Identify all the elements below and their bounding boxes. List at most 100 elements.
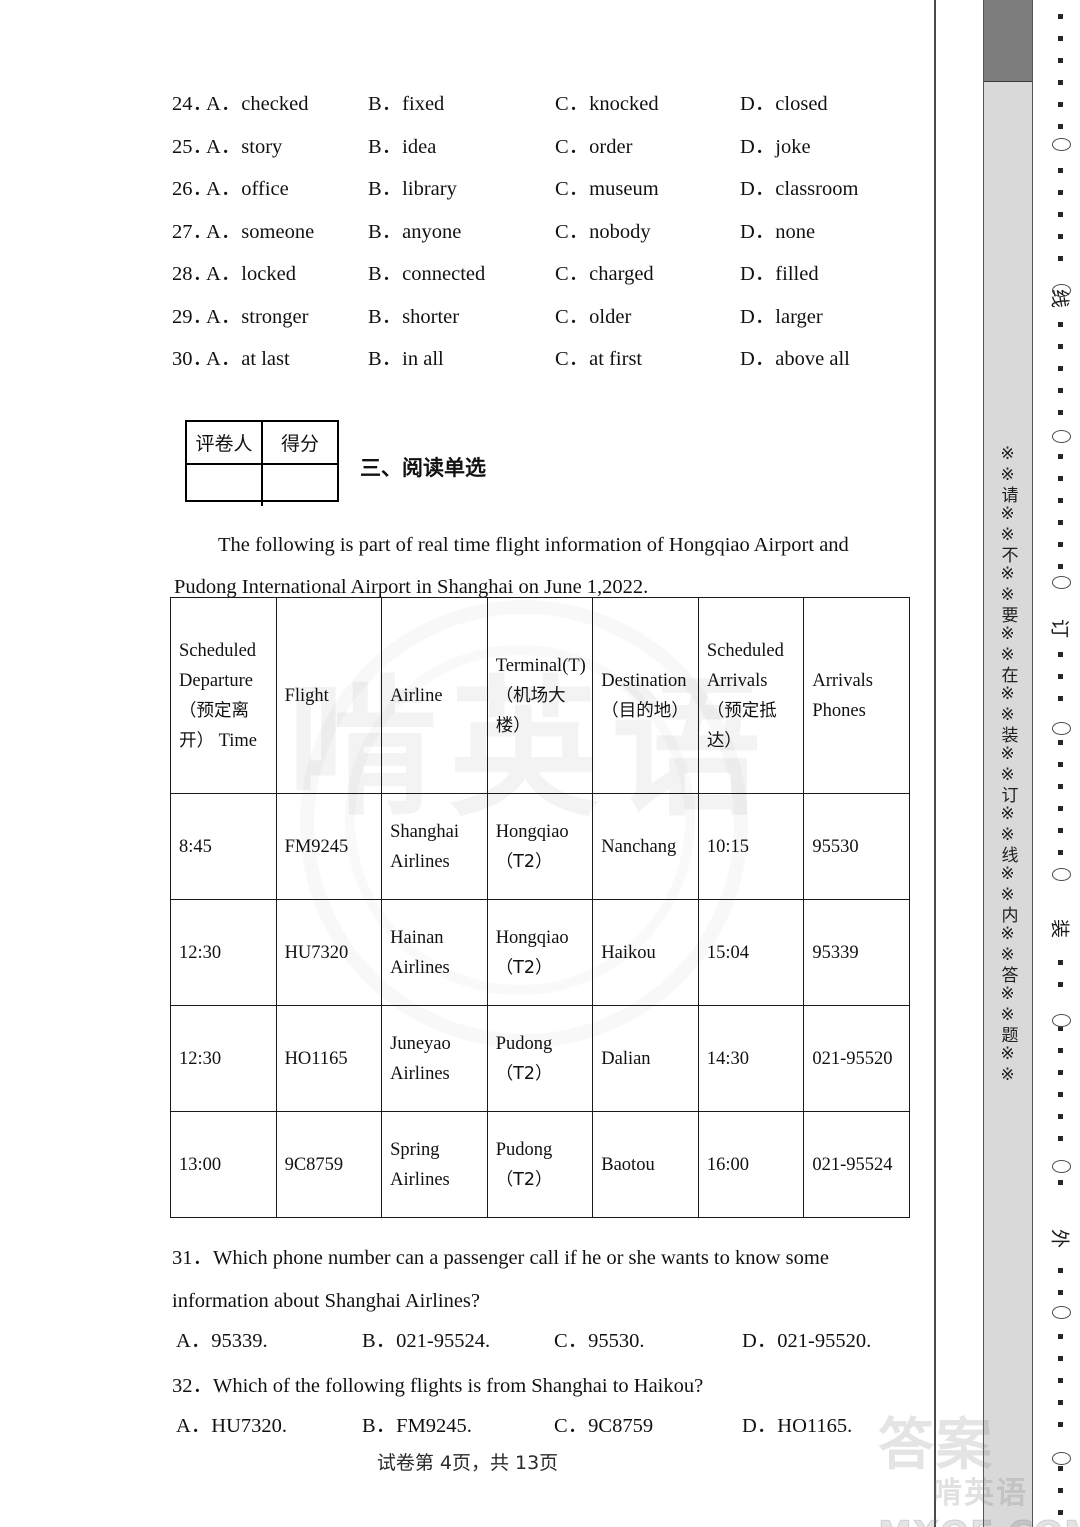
cut-line-circle [1052,868,1071,881]
mc-option-b[interactable]: B．in all [368,341,444,371]
mc-option-d[interactable]: D．larger [740,299,823,329]
header-text-line1: Scheduled [706,640,784,661]
cell-arrival: 15:04 [697,899,805,1006]
binding-strip-header [983,0,1033,82]
binding-mark-1: 线 [1048,288,1071,308]
cut-line: 线订装外 [1048,0,1074,1527]
header-text-line1: Arrivals [812,670,873,691]
reading-passage-intro: The following is part of real time fligh… [174,534,849,598]
reading-question-31: 31．Which phone number can a passenger ca… [172,1237,902,1366]
mc-option-d[interactable]: D．above all [740,341,850,371]
table-row: 12:30 HU7320 Hainan Airlines Hongqiao （T… [170,899,910,1006]
header-text-line3: Time [218,730,258,751]
mc-option-a[interactable]: A．at last [206,341,290,371]
cell-airline: Hainan Airlines [381,899,488,1006]
question-option-c[interactable]: C．95530. [554,1323,645,1353]
mc-option-a[interactable]: A．office [206,171,289,201]
flight-information-table: Scheduled Departure （预定离开） Time Flight A… [170,597,910,1218]
cell-arrival: 14:30 [697,1005,805,1112]
question-option-b[interactable]: B．021-95524. [362,1323,490,1353]
mc-row: 29． A．stronger B．shorter C．older D．large… [172,299,892,342]
question-option-c[interactable]: C．9C8759 [554,1408,653,1438]
question-option-d[interactable]: D．021-95520. [742,1323,871,1353]
header-text-line1: Flight [284,685,329,706]
question-stem: 32．Which of the following flights is fro… [172,1375,704,1397]
cut-line-dot [1058,1334,1063,1339]
mc-option-c[interactable]: C．museum [555,171,659,201]
cut-line-dot [1058,1136,1063,1141]
cell-flight: HU7320 [275,899,383,1006]
mc-option-a[interactable]: A．stronger [206,299,308,329]
cut-line-dot [1058,784,1063,789]
cut-line-circle [1052,430,1071,443]
cell-phone: 021-95520 [803,1005,910,1112]
mc-option-b[interactable]: B．shorter [368,299,459,329]
cut-line-dot [1058,520,1063,525]
cut-line-dot [1058,1290,1063,1295]
question-option-b[interactable]: B．FM9245. [362,1408,472,1438]
mc-option-d[interactable]: D．classroom [740,171,858,201]
page-content: 24． A．checked B．fixed C．knocked D．closed… [0,0,935,1527]
cut-line-dot [1058,410,1063,415]
mc-option-d[interactable]: D．joke [740,129,811,159]
cell-flight: HO1165 [275,1005,383,1112]
cut-line-circle [1052,576,1071,589]
cell-terminal: Pudong （T2） [486,1111,594,1218]
header-text-line1: Scheduled [179,640,257,661]
mc-option-d[interactable]: D．none [740,214,815,244]
cut-line-dot [1058,168,1063,173]
cell-destination: Dalian [592,1005,699,1112]
mc-row: 24． A．checked B．fixed C．knocked D．closed [172,86,892,129]
mc-option-a[interactable]: A．locked [206,256,296,286]
header-text-line2: Phones [812,700,866,721]
cell-destination: Haikou [592,899,699,1006]
cut-line-dot [1058,850,1063,855]
cell-phone: 95530 [803,793,910,900]
cut-line-dot [1058,1488,1063,1493]
cut-line-dot [1058,1180,1063,1185]
mc-option-c[interactable]: C．order [555,129,632,159]
cut-line-dot [1058,234,1063,239]
cut-line-dot [1058,36,1063,41]
mc-option-c[interactable]: C．older [555,299,631,329]
question-option-d[interactable]: D．HO1165. [742,1408,852,1438]
cut-line-circle [1052,1160,1071,1173]
question-options: A．95339. B．021-95524. C．95530. D．021-955… [172,1323,902,1366]
cut-line-dot [1058,124,1063,129]
mc-option-b[interactable]: B．anyone [368,214,461,244]
mc-option-b[interactable]: B．library [368,171,457,201]
mc-option-a[interactable]: A．checked [206,86,308,116]
cut-line-dot [1058,1422,1063,1427]
cell-departure: 12:30 [170,1005,277,1112]
cell-terminal-code: （T2） [495,1169,553,1190]
mc-option-c[interactable]: C．at first [555,341,642,371]
cut-line-dot [1058,982,1063,987]
cut-line-circle [1052,1306,1071,1319]
cut-line-dot [1058,762,1063,767]
cut-line-circle [1052,1014,1071,1027]
question-option-a[interactable]: A．95339. [176,1323,268,1353]
cut-line-dot [1058,190,1063,195]
mc-option-a[interactable]: A．someone [206,214,314,244]
mc-option-d[interactable]: D．closed [740,86,828,116]
mc-option-b[interactable]: B．idea [368,129,436,159]
mc-option-c[interactable]: C．charged [555,256,654,286]
question-stem: 31．Which phone number can a passenger ca… [172,1247,829,1312]
cut-line-dot [1058,1114,1063,1119]
mc-option-c[interactable]: C．knocked [555,86,659,116]
cut-line-dot [1058,740,1063,745]
reading-question-32: 32．Which of the following flights is fro… [172,1365,902,1451]
header-text-line1: Airline [390,685,443,706]
mc-option-a[interactable]: A．story [206,129,282,159]
cut-line-dot [1058,366,1063,371]
grader-value-field[interactable] [187,465,263,506]
mc-option-c[interactable]: C．nobody [555,214,651,244]
score-value-field[interactable] [263,465,337,506]
mc-option-b[interactable]: B．connected [368,256,485,286]
mc-option-b[interactable]: B．fixed [368,86,444,116]
cut-line-dot [1058,454,1063,459]
binding-strip [983,0,1033,1527]
cell-arrival: 10:15 [697,793,805,900]
question-option-a[interactable]: A．HU7320. [176,1408,287,1438]
mc-option-d[interactable]: D．filled [740,256,819,286]
